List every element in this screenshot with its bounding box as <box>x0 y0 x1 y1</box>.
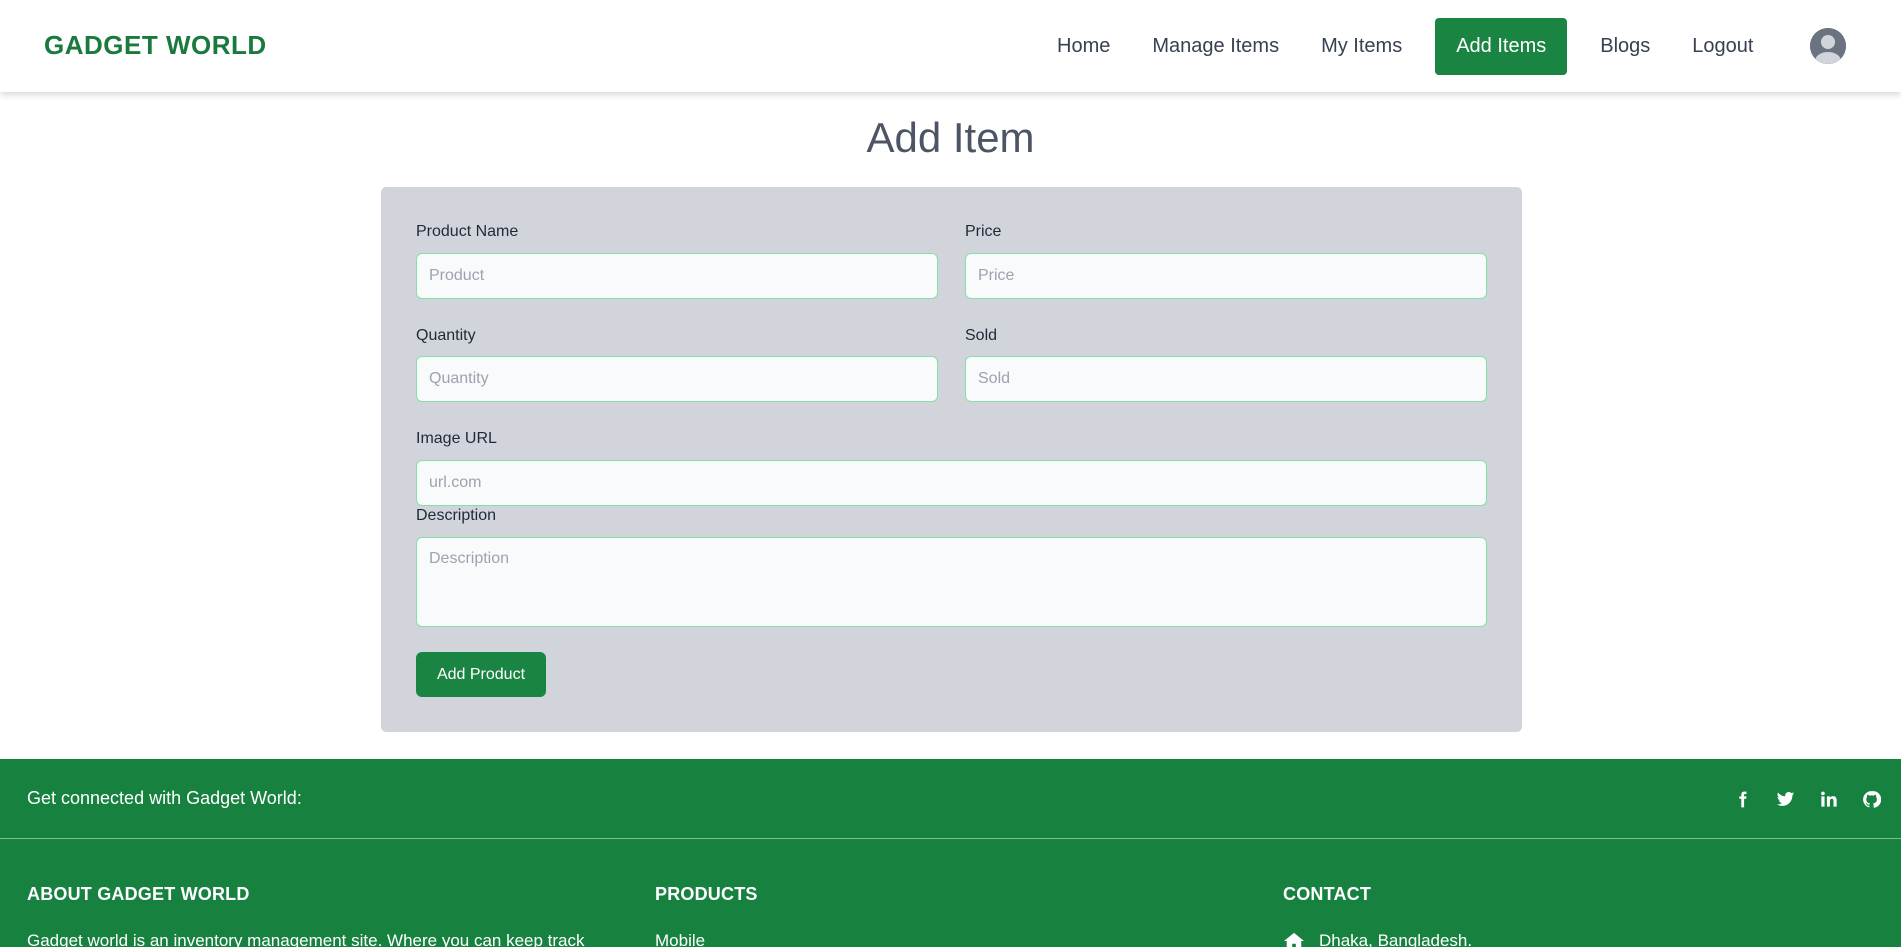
footer-contact: CONTACT Dhaka, Bangladesh. <box>1283 884 1472 947</box>
about-heading: ABOUT GADGET WORLD <box>27 884 250 904</box>
page-title: Add Item <box>866 114 1035 161</box>
home-icon <box>1284 932 1304 947</box>
description-label: Description <box>416 507 497 524</box>
linkedin-icon[interactable] <box>1816 787 1840 811</box>
twitter-icon[interactable] <box>1773 787 1797 811</box>
price-input[interactable] <box>965 253 1487 299</box>
add-item-form: Product Name Price Quantity Sold Image U… <box>381 187 1522 732</box>
user-avatar-icon[interactable] <box>1810 28 1846 64</box>
github-icon[interactable] <box>1859 787 1883 811</box>
nav-links: Home Manage Items My Items Add Items Blo… <box>1036 18 1774 75</box>
brand-logo[interactable]: GADGET WORLD <box>44 30 267 61</box>
quantity-input[interactable] <box>416 356 938 402</box>
product-link-mobile[interactable]: Mobile <box>655 931 705 947</box>
product-name-input[interactable] <box>416 253 938 299</box>
nav-link-manage-items[interactable]: Manage Items <box>1131 18 1300 75</box>
social-links <box>1711 787 1883 811</box>
contact-heading: CONTACT <box>1283 884 1372 904</box>
navbar: GADGET WORLD Home Manage Items My Items … <box>0 0 1901 92</box>
footer-main: ABOUT GADGET WORLD Gadget world is an in… <box>0 839 1901 947</box>
footer-social-bar: Get connected with Gadget World: <box>0 759 1901 839</box>
footer-about: ABOUT GADGET WORLD Gadget world is an in… <box>27 884 585 947</box>
quantity-label: Quantity <box>416 327 476 344</box>
nav-link-my-items[interactable]: My Items <box>1300 18 1423 75</box>
product-name-label: Product Name <box>416 223 519 240</box>
footer-products: PRODUCTS Mobile <box>655 884 758 947</box>
nav-link-home[interactable]: Home <box>1036 18 1131 75</box>
nav-link-logout[interactable]: Logout <box>1671 18 1774 75</box>
about-text: Gadget world is an inventory management … <box>27 931 585 947</box>
contact-address: Dhaka, Bangladesh. <box>1283 931 1472 947</box>
sold-input[interactable] <box>965 356 1487 402</box>
price-label: Price <box>965 223 1002 240</box>
facebook-icon[interactable] <box>1730 787 1754 811</box>
description-textarea[interactable] <box>416 537 1487 627</box>
image-url-input[interactable] <box>416 460 1487 506</box>
products-heading: PRODUCTS <box>655 884 758 904</box>
add-product-button[interactable]: Add Product <box>416 652 546 697</box>
connect-text: Get connected with Gadget World: <box>27 788 302 808</box>
address-text: Dhaka, Bangladesh. <box>1319 931 1473 947</box>
sold-label: Sold <box>965 327 998 344</box>
nav-link-blogs[interactable]: Blogs <box>1579 18 1671 75</box>
nav-link-add-items[interactable]: Add Items <box>1435 18 1568 75</box>
image-url-label: Image URL <box>416 430 497 447</box>
